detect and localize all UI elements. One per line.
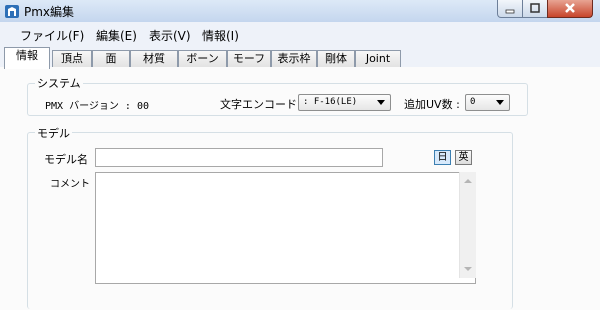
uv-count-label: 追加UV数 : [404, 98, 460, 111]
uv-count-select[interactable]: 0 [465, 94, 510, 111]
encoding-label: 文字エンコード [220, 98, 297, 111]
tab-joint[interactable]: Joint [355, 50, 401, 68]
system-group-title: システム [35, 75, 83, 91]
tab-rigid-body[interactable]: 剛体 [317, 50, 355, 68]
menu-edit[interactable]: 編集(E) [96, 27, 137, 44]
uv-count-value: 0 [470, 97, 476, 107]
scroll-down-icon[interactable] [464, 267, 472, 271]
pmx-version-label: PMX バージョン : 00 [45, 101, 149, 112]
tab-strip: 情報 頂点 面 材質 ボーン モーフ 表示枠 剛体 Joint [0, 46, 600, 69]
tab-vertex[interactable]: 頂点 [52, 50, 92, 68]
maximize-button[interactable] [522, 0, 548, 18]
encoding-select[interactable]: : F-16(LE) [298, 94, 391, 111]
scroll-up-icon[interactable] [464, 179, 472, 183]
close-button[interactable] [547, 0, 593, 18]
chevron-down-icon [496, 100, 504, 105]
menu-bar: ファイル(F) 編集(E) 表示(V) 情報(I) [0, 22, 600, 46]
tab-bone[interactable]: ボーン [178, 50, 227, 68]
close-icon [565, 3, 575, 13]
chevron-down-icon [377, 100, 385, 105]
comment-label: コメント [50, 179, 90, 190]
comment-textarea[interactable] [95, 172, 476, 284]
japanese-lang-button[interactable]: 日 [434, 150, 451, 165]
minimize-icon [505, 9, 515, 14]
comment-scrollbar[interactable] [459, 172, 476, 278]
encoding-value: : F-16(LE) [303, 97, 358, 107]
menu-file[interactable]: ファイル(F) [20, 27, 84, 44]
window-title: Pmx編集 [24, 5, 75, 19]
tab-face[interactable]: 面 [92, 50, 130, 68]
title-bar: Pmx編集 [0, 0, 600, 22]
tab-morph[interactable]: モーフ [227, 50, 271, 68]
tab-display-frame[interactable]: 表示枠 [271, 50, 317, 68]
tab-material[interactable]: 材質 [130, 50, 178, 68]
menu-view[interactable]: 表示(V) [149, 27, 191, 44]
model-name-label: モデル名 [44, 153, 88, 166]
app-icon [5, 5, 19, 18]
maximize-icon [530, 3, 540, 13]
model-group-title: モデル [35, 125, 72, 141]
english-lang-button[interactable]: 英 [455, 150, 472, 165]
minimize-button[interactable] [497, 0, 523, 18]
model-name-input[interactable] [95, 148, 383, 167]
menu-info[interactable]: 情報(I) [202, 27, 239, 44]
info-panel: システム PMX バージョン : 00 文字エンコード : F-16(LE) 追… [0, 67, 600, 310]
tab-info[interactable]: 情報 [4, 47, 50, 69]
